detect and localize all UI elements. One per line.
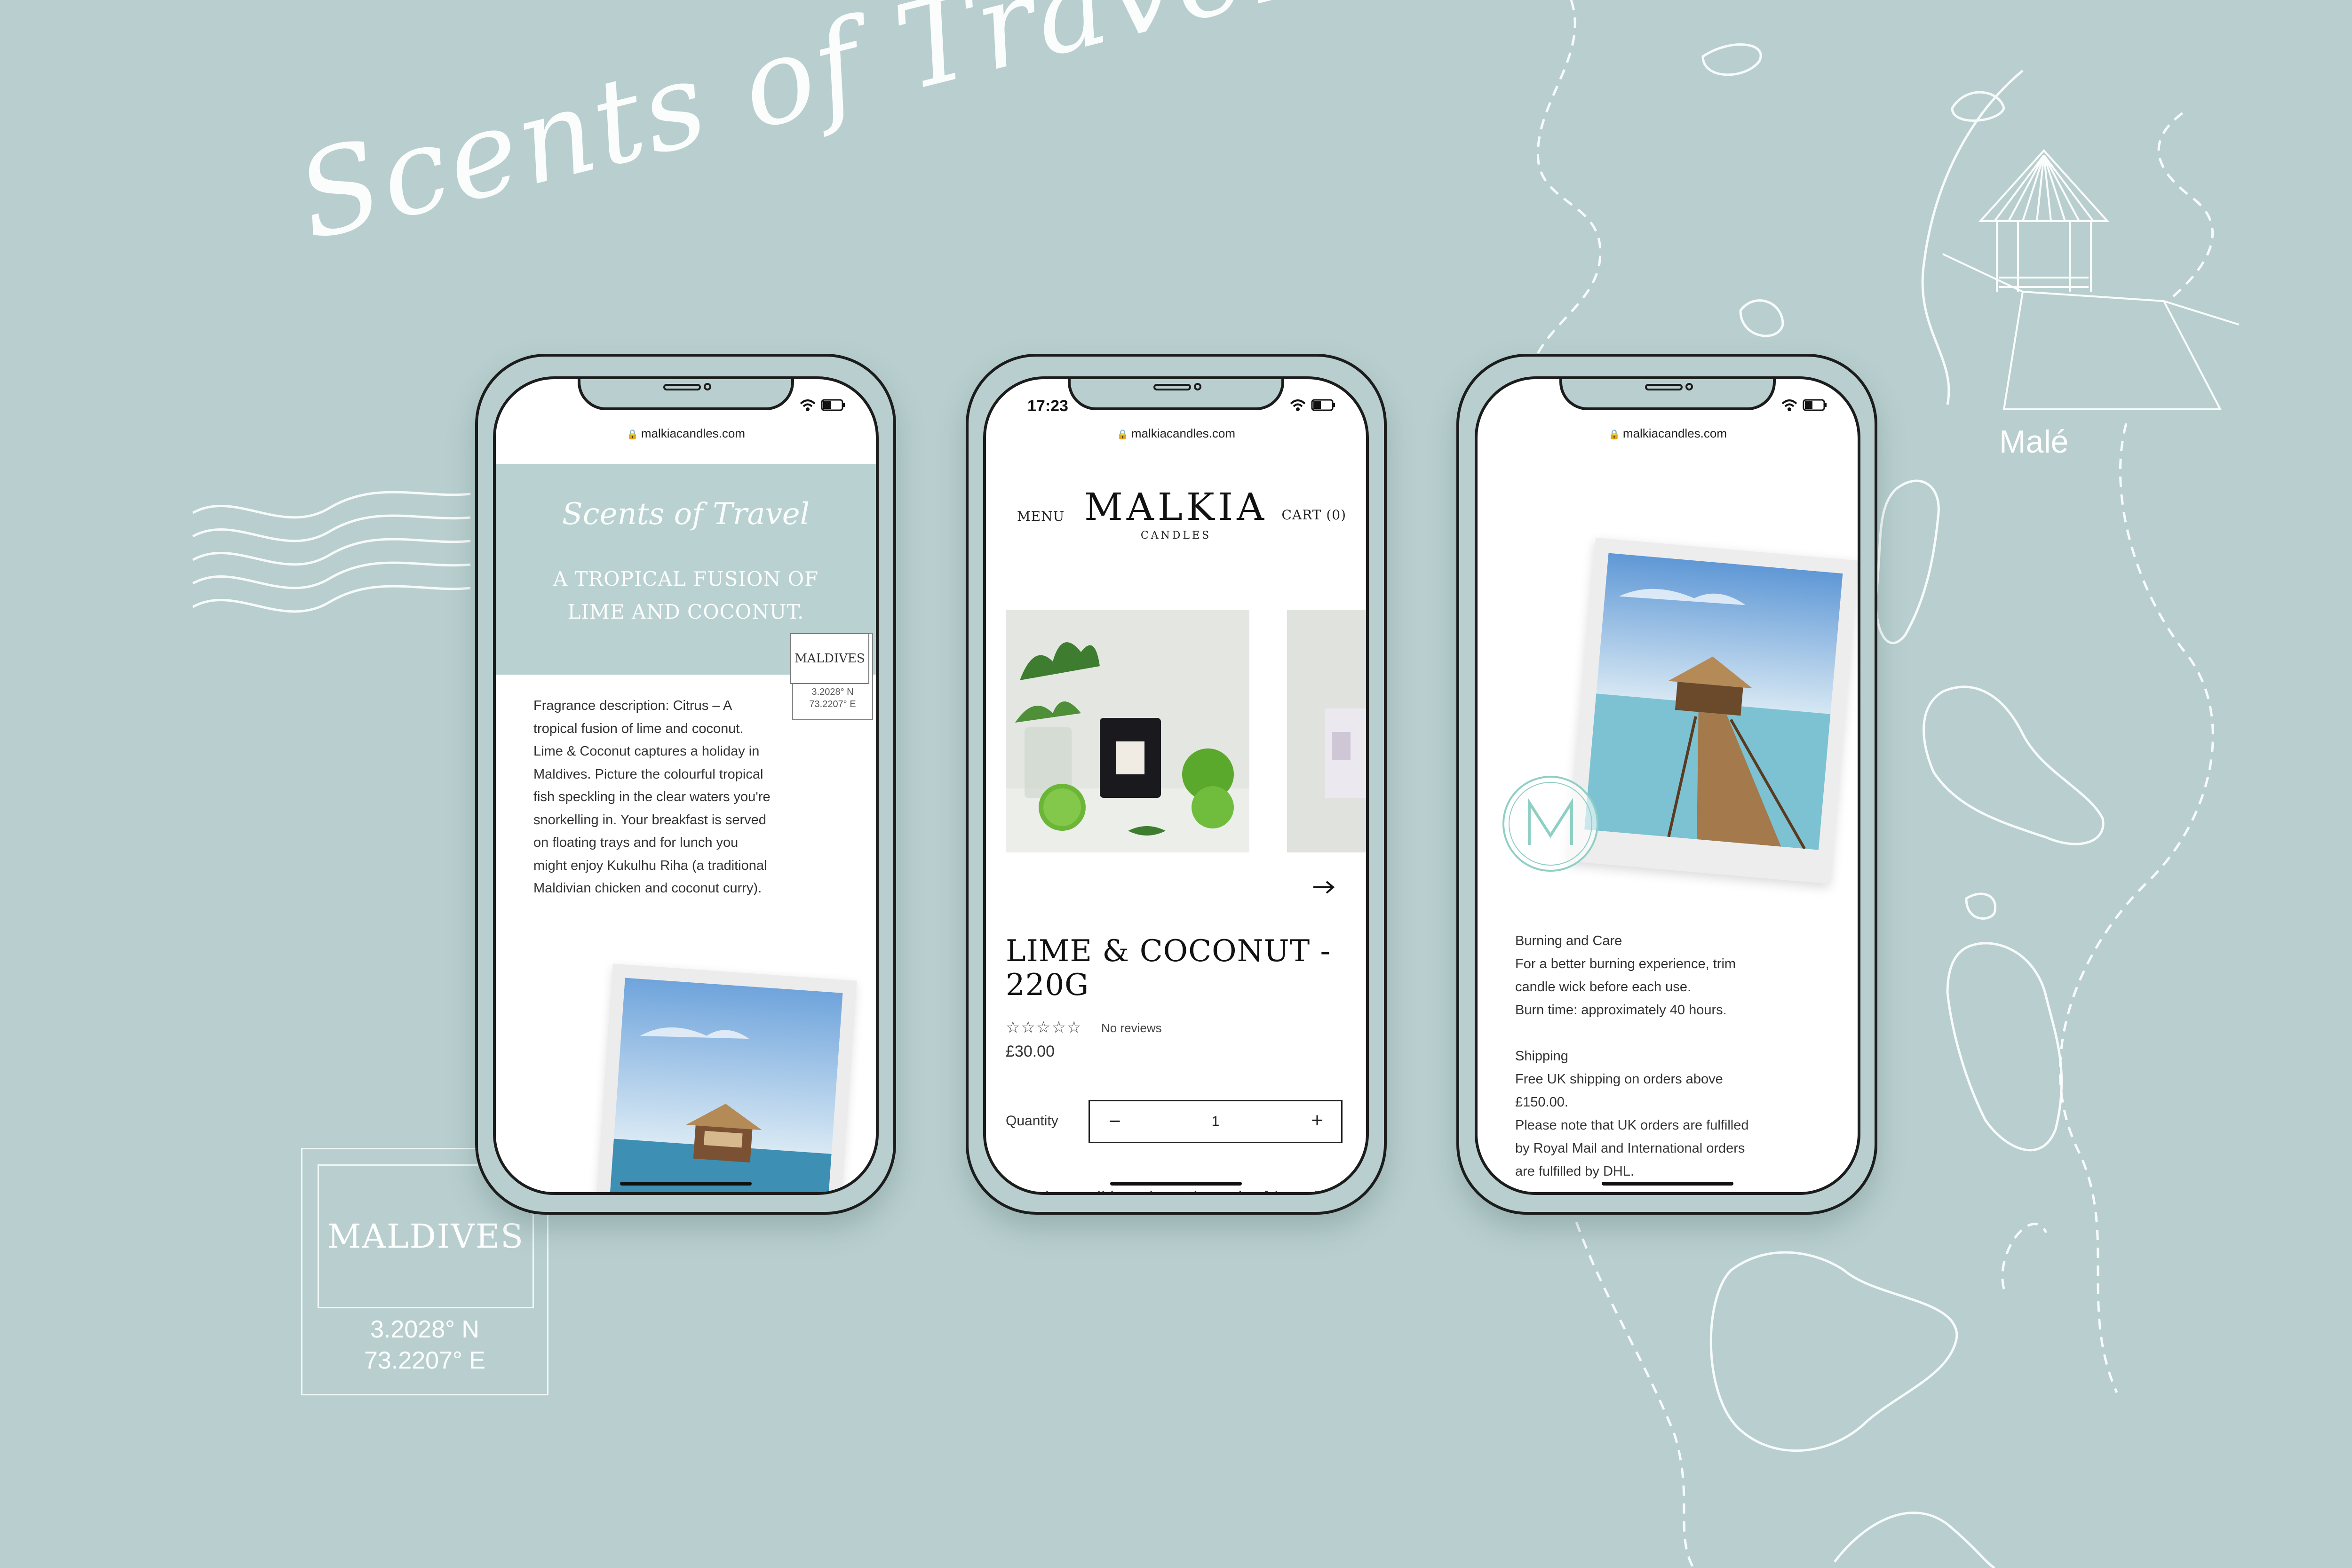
description-line: Maldivian chicken and coconut curry). bbox=[533, 881, 762, 896]
brand-monogram-icon bbox=[1502, 776, 1598, 872]
description-line: might enjoy Kukulhu Riha (a traditional bbox=[533, 858, 767, 873]
phone-notch bbox=[1559, 379, 1776, 410]
info-line: For a better burning experience, trim bbox=[1515, 956, 1736, 971]
postmark-lat: 3.2028° N bbox=[370, 1316, 479, 1343]
home-indicator bbox=[1602, 1182, 1733, 1186]
url-text: malkiacandles.com bbox=[641, 426, 745, 440]
info-line: candle wick before each use. bbox=[1515, 979, 1691, 995]
arrow-right-icon[interactable] bbox=[1310, 878, 1338, 897]
product-image-next[interactable] bbox=[1287, 610, 1366, 852]
url-bar[interactable]: 🔒 malkiacandles.com bbox=[1478, 426, 1858, 441]
care-and-shipping-info: Burning and Care For a better burning ex… bbox=[1515, 930, 1844, 1183]
brand-subtitle: CANDLES bbox=[1140, 530, 1212, 541]
info-line: Shipping bbox=[1515, 1049, 1568, 1064]
info-line: are fulfilled by DHL. bbox=[1515, 1164, 1635, 1179]
postmark-lon: 73.2207° E bbox=[364, 1347, 485, 1374]
home-indicator bbox=[1110, 1182, 1242, 1186]
product-price: £30.00 bbox=[1006, 1043, 1055, 1060]
postmark-coordinates: 3.2028° N 73.2207° E bbox=[302, 1314, 547, 1376]
photo-image bbox=[1584, 553, 1843, 850]
status-icons bbox=[1290, 399, 1335, 411]
info-line: Burning and Care bbox=[1515, 933, 1622, 948]
lock-icon: 🔒 bbox=[1608, 430, 1620, 440]
lock-icon: 🔒 bbox=[627, 430, 638, 440]
url-text: malkiacandles.com bbox=[1622, 426, 1727, 440]
canvas: Scents of Travel MALDIVES 3.2028° N 73.2… bbox=[0, 0, 2352, 1568]
phone-3: 🔒 malkiacandles.com Burning and Care For… bbox=[1475, 376, 1860, 1195]
info-line: by Royal Mail and International orders bbox=[1515, 1141, 1745, 1156]
map-label: Malé bbox=[1999, 424, 2069, 460]
rating-stars-icon[interactable]: ☆☆☆☆☆ bbox=[1006, 1018, 1082, 1037]
description-line: Maldives. Picture the colourful tropical bbox=[533, 766, 763, 782]
quantity-increase-button[interactable]: + bbox=[1311, 1109, 1323, 1132]
speaker bbox=[663, 384, 701, 390]
description-line: tropical fusion of lime and coconut. bbox=[533, 721, 744, 736]
description-line: snorkelling in. Your breakfast is served bbox=[533, 812, 766, 828]
camera bbox=[1685, 383, 1693, 390]
reviews-count[interactable]: No reviews bbox=[1101, 1021, 1162, 1035]
phone-notch bbox=[578, 379, 794, 410]
phone-2: 17:23 🔒 malkiacandles.com MENU MALKIA CAN… bbox=[983, 376, 1369, 1195]
camera bbox=[704, 383, 711, 390]
description-line: Lime & Coconut captures a holiday in bbox=[533, 744, 760, 759]
speaker bbox=[1153, 384, 1191, 390]
hero-script-title: Scents of Travel bbox=[562, 497, 810, 532]
fragrance-description: Fragrance description: Citrus – A tropic… bbox=[533, 694, 834, 900]
status-time: 17:23 bbox=[1027, 397, 1068, 415]
camera bbox=[1194, 383, 1201, 390]
info-line: Burn time: approximately 40 hours. bbox=[1515, 1003, 1727, 1018]
hero-headline: A TROPICAL FUSION OF LIME AND COCONUT. bbox=[496, 563, 876, 629]
url-bar[interactable]: 🔒 malkiacandles.com bbox=[496, 426, 876, 441]
phone-notch bbox=[1068, 379, 1284, 410]
photo-image bbox=[610, 978, 843, 1192]
product-image-main[interactable] bbox=[1006, 610, 1249, 852]
phone-1: 🔒 malkiacandles.com Scents of Travel A TR… bbox=[493, 376, 879, 1195]
hero-headline-line-1: A TROPICAL FUSION OF bbox=[553, 567, 819, 590]
stamp-place: MALDIVES bbox=[790, 633, 869, 684]
speaker bbox=[1645, 384, 1683, 390]
description-line: Fragrance description: Citrus – A bbox=[533, 698, 732, 713]
cart-button[interactable]: CART (0) bbox=[1282, 507, 1346, 523]
status-icons bbox=[800, 399, 845, 411]
quantity-label: Quantity bbox=[1006, 1113, 1058, 1129]
status-icons bbox=[1781, 399, 1827, 411]
product-title-line-1: LIME & COCONUT - bbox=[1006, 934, 1331, 969]
description-line: on floating trays and for lunch you bbox=[533, 835, 739, 850]
info-line: Please note that UK orders are fulfilled bbox=[1515, 1118, 1749, 1133]
description-line: fish speckling in the clear waters you'r… bbox=[533, 789, 771, 804]
product-title-line-2: 220G bbox=[1006, 968, 1089, 1003]
url-text: malkiacandles.com bbox=[1131, 426, 1235, 440]
url-bar[interactable]: 🔒 malkiacandles.com bbox=[986, 426, 1366, 441]
travel-photo bbox=[596, 963, 857, 1192]
info-line: £150.00. bbox=[1515, 1095, 1568, 1110]
lock-icon: 🔒 bbox=[1117, 430, 1128, 440]
product-description-teaser: Imagine walking along the palm-fringed bbox=[1006, 1187, 1318, 1192]
quantity-stepper: − 1 + bbox=[1089, 1100, 1343, 1143]
home-indicator bbox=[620, 1182, 752, 1186]
travel-photo bbox=[1567, 537, 1858, 884]
info-line: Free UK shipping on orders above bbox=[1515, 1072, 1723, 1087]
hero-headline-line-2: LIME AND COCONUT. bbox=[567, 600, 804, 623]
product-title: LIME & COCONUT - 220G bbox=[1006, 934, 1363, 1002]
quantity-value[interactable]: 1 bbox=[1090, 1114, 1341, 1130]
